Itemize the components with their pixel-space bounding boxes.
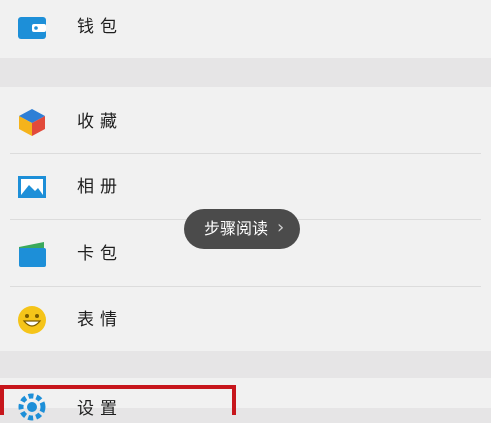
menu-item-wallet-label: 钱包 [77,17,123,37]
emoji-smile-icon [18,306,46,334]
card-wallet-icon [19,242,46,267]
step-read-toast[interactable]: 步骤阅读 › [184,209,300,249]
settings-highlight-box [0,385,236,415]
menu-item-stickers[interactable]: 表情 [0,287,491,353]
menu-item-cards-label: 卡包 [77,244,123,264]
favorites-cube-icon [19,109,45,136]
menu-item-stickers-label: 表情 [77,310,123,330]
toast-text: 步骤阅读 [204,219,269,238]
menu-item-favorites[interactable]: 收藏 [0,89,491,155]
album-picture-icon [18,176,46,198]
chevron-right-icon: › [277,217,285,238]
menu-item-wallet[interactable]: 钱包 [0,0,491,60]
menu-group-wallet: 钱包 [0,0,491,58]
wallet-icon [18,17,46,39]
menu-item-favorites-label: 收藏 [77,112,123,132]
menu-item-album-label: 相册 [77,177,123,197]
